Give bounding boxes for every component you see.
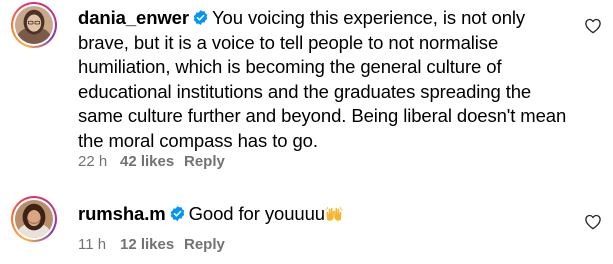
heart-icon[interactable]: [584, 213, 602, 230]
comment-timestamp[interactable]: 22 h: [78, 153, 120, 170]
comment-likes[interactable]: 42 likes: [120, 153, 184, 170]
avatar[interactable]: [11, 196, 57, 242]
comment-body: rumsha.m Good for youuuu: [78, 202, 568, 227]
comment-username[interactable]: dania_enwer: [78, 7, 189, 28]
comment-text: Good for youuuu: [188, 203, 325, 224]
raising-hands-emoji-icon: [325, 207, 343, 221]
avatar-image: [15, 6, 53, 44]
verified-badge-icon: [193, 10, 208, 25]
heart-icon[interactable]: [584, 17, 602, 34]
comment-body: dania_enwer You voicing this experience, …: [78, 6, 568, 153]
reply-button[interactable]: Reply: [184, 236, 225, 253]
avatar-image: [15, 200, 53, 238]
comment-meta: 22 h 42 likes Reply: [78, 153, 225, 170]
comment-timestamp[interactable]: 11 h: [78, 236, 120, 253]
verified-badge-icon: [170, 206, 184, 221]
comment-likes[interactable]: 12 likes: [120, 236, 184, 253]
comment-username[interactable]: rumsha.m: [78, 203, 166, 224]
comment-meta: 11 h 12 likes Reply: [78, 236, 225, 253]
avatar[interactable]: [11, 2, 57, 48]
comment-text: You voicing this experience, is not only…: [78, 7, 567, 151]
reply-button[interactable]: Reply: [184, 153, 225, 170]
